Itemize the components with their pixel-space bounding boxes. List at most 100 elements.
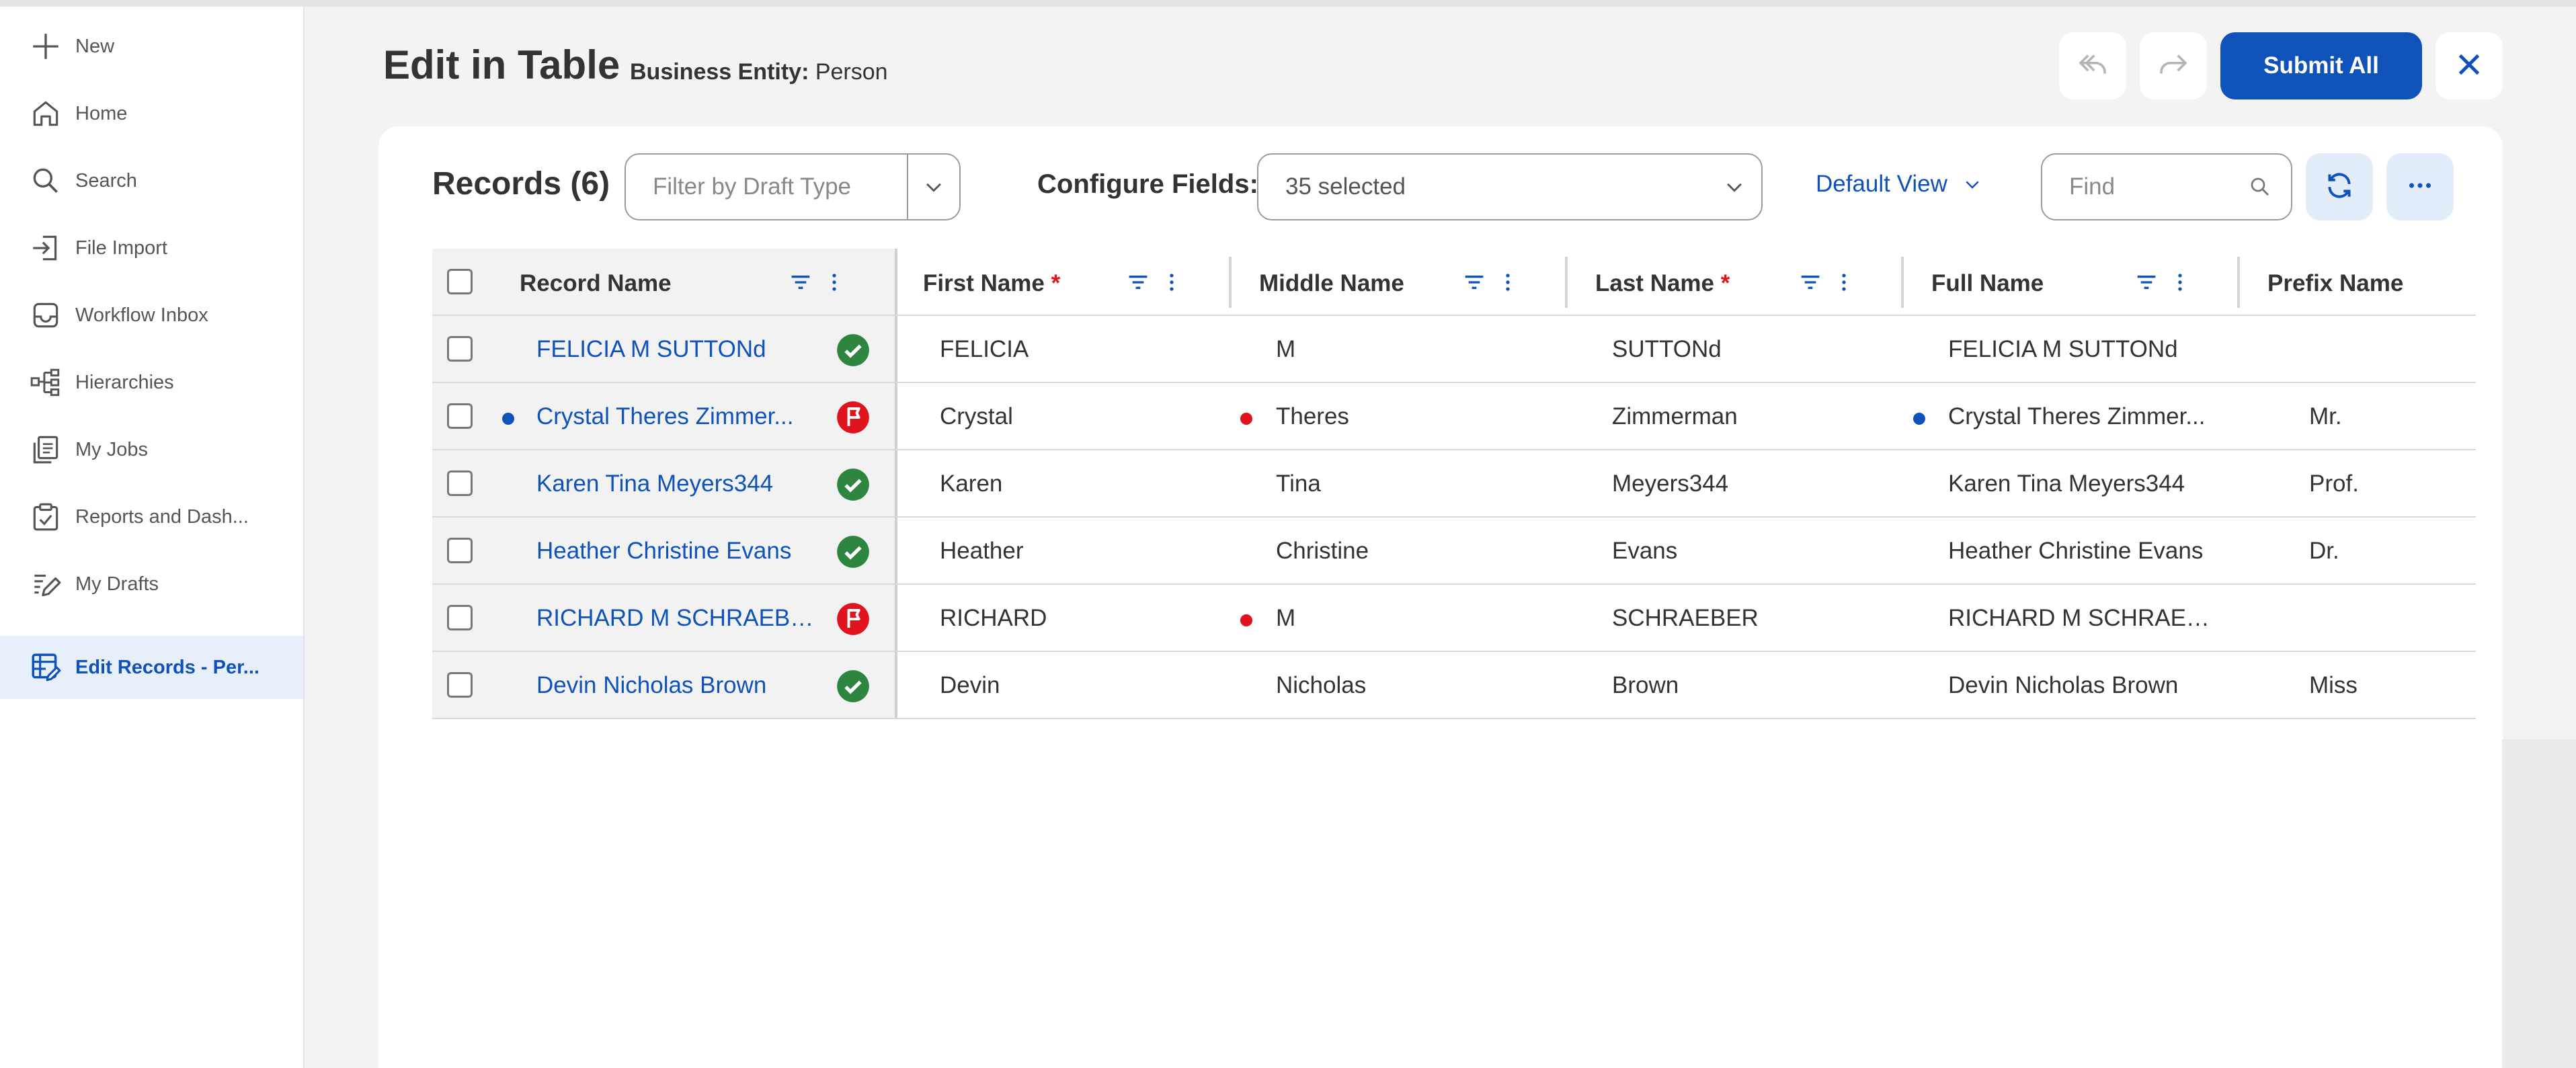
table-row[interactable]: Devin Nicholas Brown Devin Nicholas Brow…: [432, 652, 2476, 719]
sidebar-item-file-import[interactable]: File Import: [0, 216, 303, 280]
last-name-cell[interactable]: Brown: [1612, 672, 1679, 699]
filter-icon[interactable]: [1461, 269, 1488, 296]
filter-icon[interactable]: [2133, 269, 2160, 296]
error-flag-icon: [836, 602, 871, 636]
column-resizer[interactable]: [1565, 257, 1568, 308]
table-row[interactable]: Crystal Theres Zimmer... Crystal Theres …: [432, 383, 2476, 450]
chevron-down-icon[interactable]: [907, 155, 959, 219]
row-checkbox[interactable]: [447, 336, 473, 362]
sidebar-item-my-jobs[interactable]: My Jobs: [0, 418, 303, 481]
record-name-link[interactable]: Karen Tina Meyers344: [536, 470, 773, 497]
last-name-cell[interactable]: Meyers344: [1612, 470, 1728, 497]
sidebar-item-hierarchies[interactable]: Hierarchies: [0, 351, 303, 414]
default-view-dropdown[interactable]: Default View: [1816, 171, 1982, 198]
middle-name-cell[interactable]: M: [1276, 336, 1295, 363]
more-vertical-icon[interactable]: [1830, 269, 1857, 296]
find-input[interactable]: [2068, 173, 2243, 201]
search-icon: [28, 163, 63, 198]
redo-button[interactable]: [2140, 32, 2207, 99]
more-options-button[interactable]: [2386, 153, 2454, 220]
record-name-link[interactable]: FELICIA M SUTTONd: [536, 336, 766, 363]
redo-icon: [2155, 46, 2191, 86]
record-name-link[interactable]: Devin Nicholas Brown: [536, 672, 766, 699]
sidebar-item-search[interactable]: Search: [0, 149, 303, 212]
column-resizer[interactable]: [1901, 257, 1904, 308]
first-name-cell[interactable]: Heather: [940, 538, 1024, 565]
last-name-cell[interactable]: SUTTONd: [1612, 336, 1722, 363]
refresh-button[interactable]: [2306, 153, 2373, 220]
row-checkbox[interactable]: [447, 672, 473, 698]
sidebar-item-edit-records[interactable]: Edit Records - Per...: [0, 636, 303, 699]
middle-name-cell[interactable]: Christine: [1276, 538, 1369, 565]
full-name-cell[interactable]: Crystal Theres Zimmer...: [1948, 403, 2205, 430]
search-icon[interactable]: [2248, 175, 2272, 199]
record-name-link[interactable]: Heather Christine Evans: [536, 538, 791, 565]
column-header-last-name[interactable]: Last Name *: [1595, 270, 1730, 297]
middle-name-cell[interactable]: Tina: [1276, 470, 1321, 497]
row-checkbox[interactable]: [447, 470, 473, 496]
full-name-cell[interactable]: Devin Nicholas Brown: [1948, 672, 2178, 699]
sidebar-item-workflow-inbox[interactable]: Workflow Inbox: [0, 284, 303, 347]
select-all-checkbox[interactable]: [447, 269, 473, 294]
first-name-cell[interactable]: Devin: [940, 672, 1000, 699]
sidebar-item-new[interactable]: New: [0, 15, 303, 78]
last-name-cell[interactable]: Zimmerman: [1612, 403, 1738, 430]
close-button[interactable]: [2436, 32, 2503, 99]
filter-icon[interactable]: [787, 269, 814, 296]
table-row[interactable]: FELICIA M SUTTONd FELICIA M SUTTONd FELI…: [432, 316, 2476, 383]
first-name-cell[interactable]: FELICIA: [940, 336, 1029, 363]
default-view-label: Default View: [1816, 171, 1947, 197]
more-vertical-icon[interactable]: [1158, 269, 1185, 296]
sidebar-item-my-drafts[interactable]: My Drafts: [0, 552, 303, 616]
full-name-cell[interactable]: Heather Christine Evans: [1948, 538, 2203, 565]
column-resizer[interactable]: [2237, 257, 2240, 308]
filter-icon[interactable]: [1797, 269, 1824, 296]
column-header-middle-name[interactable]: Middle Name: [1259, 270, 1404, 297]
filter-icon[interactable]: [1125, 269, 1152, 296]
column-header-record-name[interactable]: Record Name: [520, 270, 672, 297]
middle-name-cell[interactable]: Theres: [1276, 403, 1349, 430]
prefix-name-cell[interactable]: Miss: [2309, 672, 2358, 699]
record-name-link[interactable]: Crystal Theres Zimmer...: [536, 403, 793, 430]
column-header-full-name[interactable]: Full Name: [1931, 270, 2044, 297]
more-vertical-icon[interactable]: [821, 269, 848, 296]
last-name-cell[interactable]: Evans: [1612, 538, 1677, 565]
sticky-column-divider: [895, 585, 897, 651]
prefix-name-cell[interactable]: Dr.: [2309, 538, 2339, 565]
last-name-cell[interactable]: SCHRAEBER: [1612, 605, 1759, 632]
sidebar-item-reports[interactable]: Reports and Dash...: [0, 485, 303, 548]
configure-fields-select[interactable]: 35 selected: [1257, 153, 1763, 220]
first-name-cell[interactable]: RICHARD: [940, 605, 1047, 632]
column-header-first-name[interactable]: First Name *: [923, 270, 1060, 297]
sidebar-item-label: My Drafts: [75, 573, 159, 595]
row-checkbox[interactable]: [447, 538, 473, 563]
middle-name-cell[interactable]: Nicholas: [1276, 672, 1366, 699]
find-field[interactable]: [2041, 153, 2292, 220]
sidebar-item-home[interactable]: Home: [0, 82, 303, 145]
full-name-cell[interactable]: FELICIA M SUTTONd: [1948, 336, 2178, 363]
row-checkbox[interactable]: [447, 403, 473, 429]
table-row[interactable]: Karen Tina Meyers344 Karen Tina Meyers34…: [432, 450, 2476, 518]
home-icon: [28, 96, 63, 131]
modified-indicator: [502, 413, 514, 425]
record-name-link[interactable]: RICHARD M SCHRAEBER: [536, 605, 819, 632]
table-row[interactable]: RICHARD M SCHRAEBER RICHARD M SCHRAEBER …: [432, 585, 2476, 652]
submit-all-button[interactable]: Submit All: [2220, 32, 2422, 99]
middle-name-cell[interactable]: M: [1276, 605, 1295, 632]
more-vertical-icon[interactable]: [2167, 269, 2193, 296]
table-row[interactable]: Heather Christine Evans Heather Christin…: [432, 518, 2476, 585]
first-name-cell[interactable]: Crystal: [940, 403, 1013, 430]
draft-type-filter[interactable]: Filter by Draft Type: [625, 153, 961, 220]
undo-button[interactable]: [2059, 32, 2126, 99]
more-vertical-icon[interactable]: [1494, 269, 1521, 296]
row-checkbox[interactable]: [447, 605, 473, 630]
prefix-name-cell[interactable]: Prof.: [2309, 470, 2359, 497]
full-name-cell[interactable]: Karen Tina Meyers344: [1948, 470, 2185, 497]
first-name-cell[interactable]: Karen: [940, 470, 1002, 497]
valid-check-icon: [836, 333, 871, 368]
column-resizer[interactable]: [1229, 257, 1232, 308]
full-name-cell[interactable]: RICHARD M SCHRAEB...: [1948, 605, 2217, 632]
plus-icon: [28, 29, 63, 64]
column-header-prefix-name[interactable]: Prefix Name: [2267, 270, 2403, 297]
prefix-name-cell[interactable]: Mr.: [2309, 403, 2342, 430]
